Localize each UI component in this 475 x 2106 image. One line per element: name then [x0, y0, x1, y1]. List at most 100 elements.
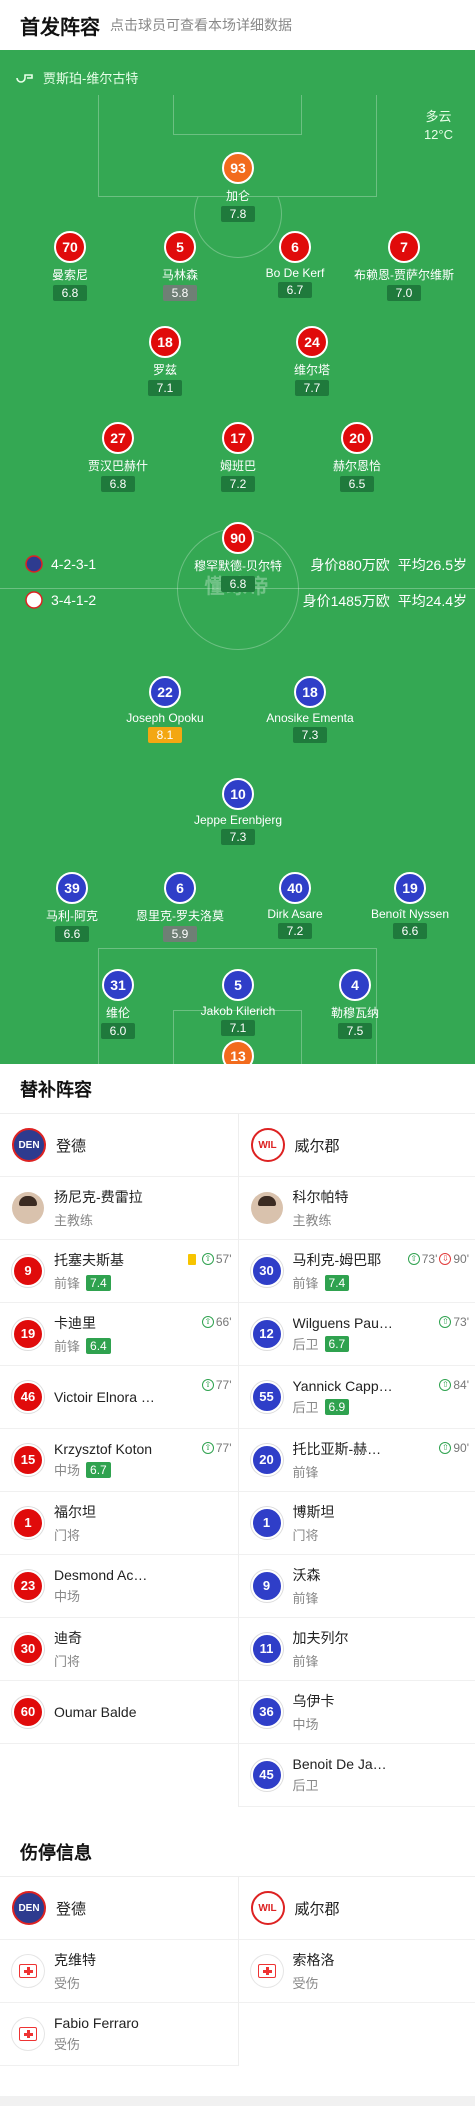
player-rating-value: 5.8	[171, 286, 189, 300]
sub-in-minute: 84'	[453, 1378, 469, 1392]
home-team-icon	[25, 555, 43, 573]
pitch-player[interactable]: 17 姆班巴 7.2	[178, 422, 298, 493]
player-rating: 6.6	[55, 926, 89, 942]
pitch-player[interactable]: 18 罗兹 7.1	[105, 326, 225, 397]
player-rating-value: 7.2	[229, 477, 247, 491]
sub-player-row[interactable]: 20 托比亚斯-赫… 前锋 ⇧ 90'	[238, 1429, 475, 1492]
sub-player-row[interactable]: 1 博斯坦 门将	[238, 1492, 475, 1555]
away-coach[interactable]: 科尔帕特 主教练	[238, 1177, 475, 1240]
coach-role: 主教练	[292, 1213, 332, 1228]
sub-events: ⇧ 84'	[439, 1378, 469, 1392]
player-rating: 7.5	[338, 1023, 372, 1039]
sub-player-row[interactable]: 15 Krzysztof Koton 中场 6.7 ⇧ 77'	[0, 1429, 238, 1492]
player-name: 维尔塔	[293, 363, 330, 377]
player-rating: 7.1	[221, 1020, 255, 1036]
sub-player-row[interactable]: 11 加夫列尔 前锋	[238, 1618, 475, 1681]
player-number-badge: 6	[279, 231, 311, 263]
player-number-badge: 9	[250, 1570, 283, 1602]
sub-events: ⇧ 57'	[187, 1252, 232, 1266]
pitch-player[interactable]: 6 Bo De Kerf 6.7	[235, 231, 355, 299]
sub-player-row[interactable]: 9 沃森 前锋	[238, 1555, 475, 1618]
pitch-player[interactable]: 31 维伦 6.0	[58, 969, 178, 1040]
sub-in-minute: 90'	[453, 1441, 469, 1455]
goal-box-top	[173, 95, 302, 135]
player-number-badge: 19	[12, 1318, 44, 1350]
player-rating: 7.4	[324, 1274, 350, 1291]
pitch-player[interactable]: 39 马利-阿克 6.6	[12, 872, 132, 943]
away-team-name: 威尔郡	[294, 1137, 340, 1155]
sub-in-icon: ⇧	[201, 1253, 214, 1265]
player-rating: 7.3	[293, 727, 327, 743]
player-name: 克维特	[54, 1952, 96, 1968]
home-coach[interactable]: 扬尼克-费雷拉 主教练	[0, 1177, 238, 1240]
player-rating-value: 7.2	[286, 924, 304, 938]
player-name: 维伦	[105, 1006, 130, 1020]
home-subs-column: DEN 登德 扬尼克-费雷拉 主教练 9 托塞夫斯基 前锋 7.4 ⇧ 57' 19 卡迪里前…	[0, 1114, 238, 1807]
player-name: 姆班巴	[219, 459, 256, 473]
sub-events: ⇧ 66'	[201, 1315, 232, 1329]
player-name: 曼索尼	[51, 268, 88, 282]
pitch-player[interactable]: 18 Anosike Ementa 7.3	[250, 676, 370, 744]
player-rating: 7.7	[295, 380, 329, 396]
injury-status: 受伤	[54, 1976, 81, 1991]
player-name: Dirk Asare	[267, 907, 323, 921]
player-number-badge: 30	[250, 1255, 283, 1287]
coach-avatar	[250, 1192, 283, 1224]
pitch-player[interactable]: 6 恩里克-罗夫洛莫 5.9	[120, 872, 240, 943]
sub-player-row[interactable]: 23 Desmond Ac… 中场	[0, 1555, 238, 1618]
away-avg-age: 平均24.4岁	[397, 593, 467, 609]
pitch-player[interactable]: 90 穆罕默德-贝尔特 6.8	[178, 522, 298, 593]
player-number-badge: 18	[294, 676, 326, 708]
player-number-badge: 1	[12, 1507, 44, 1539]
pitch-player[interactable]: 22 Joseph Opoku 8.1	[105, 676, 225, 744]
pitch-player[interactable]: 13加布里埃尔✦ 8.6	[178, 1040, 298, 1064]
sub-in-minute: 66'	[215, 1315, 232, 1329]
pitch-player[interactable]: 19 Benoît Nyssen 6.6	[350, 872, 470, 940]
sub-player-row[interactable]: 30 马利克-姆巴耶 前锋 7.4 ⇧ 73' ⇩ 90'	[238, 1240, 475, 1303]
pitch-player[interactable]: 93 加仑 7.8	[178, 152, 298, 223]
pitch-player[interactable]: 20 赫尔恩恰 6.5	[297, 422, 417, 493]
sub-player-row[interactable]: 45 Benoit De Ja… 后卫	[238, 1744, 475, 1807]
pitch-player[interactable]: 4 勒穆瓦纳 7.5	[295, 969, 415, 1040]
player-rating-value: 7.5	[346, 1024, 364, 1038]
sub-player-row[interactable]: 55 Yannick Capp… 后卫 6.9 ⇧ 84'	[238, 1366, 475, 1429]
sub-player-row[interactable]: 46 Victoir Elnora … ⇧ 77'	[0, 1366, 238, 1429]
sub-in-icon: ⇧	[407, 1253, 420, 1265]
player-name: Wilguens Pau…	[292, 1315, 393, 1331]
pitch-player[interactable]: 5 Jakob Kilerich 7.1	[178, 969, 298, 1037]
pitch-player[interactable]: 5 马林森 5.8	[120, 231, 240, 302]
sub-player-row[interactable]: 36 乌伊卡 中场	[238, 1681, 475, 1744]
player-rating-value: 6.8	[109, 477, 127, 491]
player-rating: 6.7	[324, 1335, 350, 1352]
sub-player-row[interactable]: 19 卡迪里 前锋 6.4 ⇧ 66'	[0, 1303, 238, 1366]
injured-player-row[interactable]: 索格洛 受伤	[238, 1940, 475, 2003]
home-team-row[interactable]: DEN 登德	[0, 1877, 238, 1940]
sub-player-row[interactable]: 30 迪奇 门将	[0, 1618, 238, 1681]
player-number-badge: 13	[222, 1040, 254, 1064]
away-team-row[interactable]: WIL 威尔郡	[238, 1877, 475, 1940]
player-number-badge: 30	[12, 1633, 44, 1665]
pitch-player[interactable]: 27 贾汉巴赫什 6.8	[58, 422, 178, 493]
away-team-row[interactable]: WIL 威尔郡	[238, 1114, 475, 1177]
sub-player-row[interactable]: 60 Oumar Balde	[0, 1681, 238, 1744]
home-team-name: 登德	[56, 1900, 87, 1918]
sub-events: ⇧ 77'	[201, 1441, 232, 1455]
sub-player-row[interactable]: 12 Wilguens Pau… 后卫 6.7 ⇧ 73'	[238, 1303, 475, 1366]
pitch-player[interactable]: 70 曼索尼 6.8	[10, 231, 130, 302]
injured-player-row[interactable]: Fabio Ferraro 受伤	[0, 2003, 238, 2066]
pitch-player[interactable]: 24 维尔塔 7.7	[252, 326, 372, 397]
injured-player-row[interactable]: 克维特 受伤	[0, 1940, 238, 2003]
player-number-badge: 15	[12, 1444, 44, 1476]
sub-player-row[interactable]: 9 托塞夫斯基 前锋 7.4 ⇧ 57'	[0, 1240, 238, 1303]
player-rating-value: 7.1	[229, 1021, 247, 1035]
pitch-player[interactable]: 40 Dirk Asare 7.2	[235, 872, 355, 940]
sub-player-row[interactable]: 1 福尔坦 门将	[0, 1492, 238, 1555]
pitch-player[interactable]: 7 布赖恩-贾萨尔维斯 7.0	[344, 231, 464, 302]
player-name: Desmond Ac…	[54, 1567, 148, 1583]
home-team-row[interactable]: DEN 登德	[0, 1114, 238, 1177]
player-number-badge: 90	[222, 522, 254, 554]
player-name: 加仑	[225, 189, 250, 203]
pitch-player[interactable]: 10 Jeppe Erenbjerg 7.3	[178, 778, 298, 846]
player-number-badge: 10	[222, 778, 254, 810]
player-number-badge: 4	[339, 969, 371, 1001]
